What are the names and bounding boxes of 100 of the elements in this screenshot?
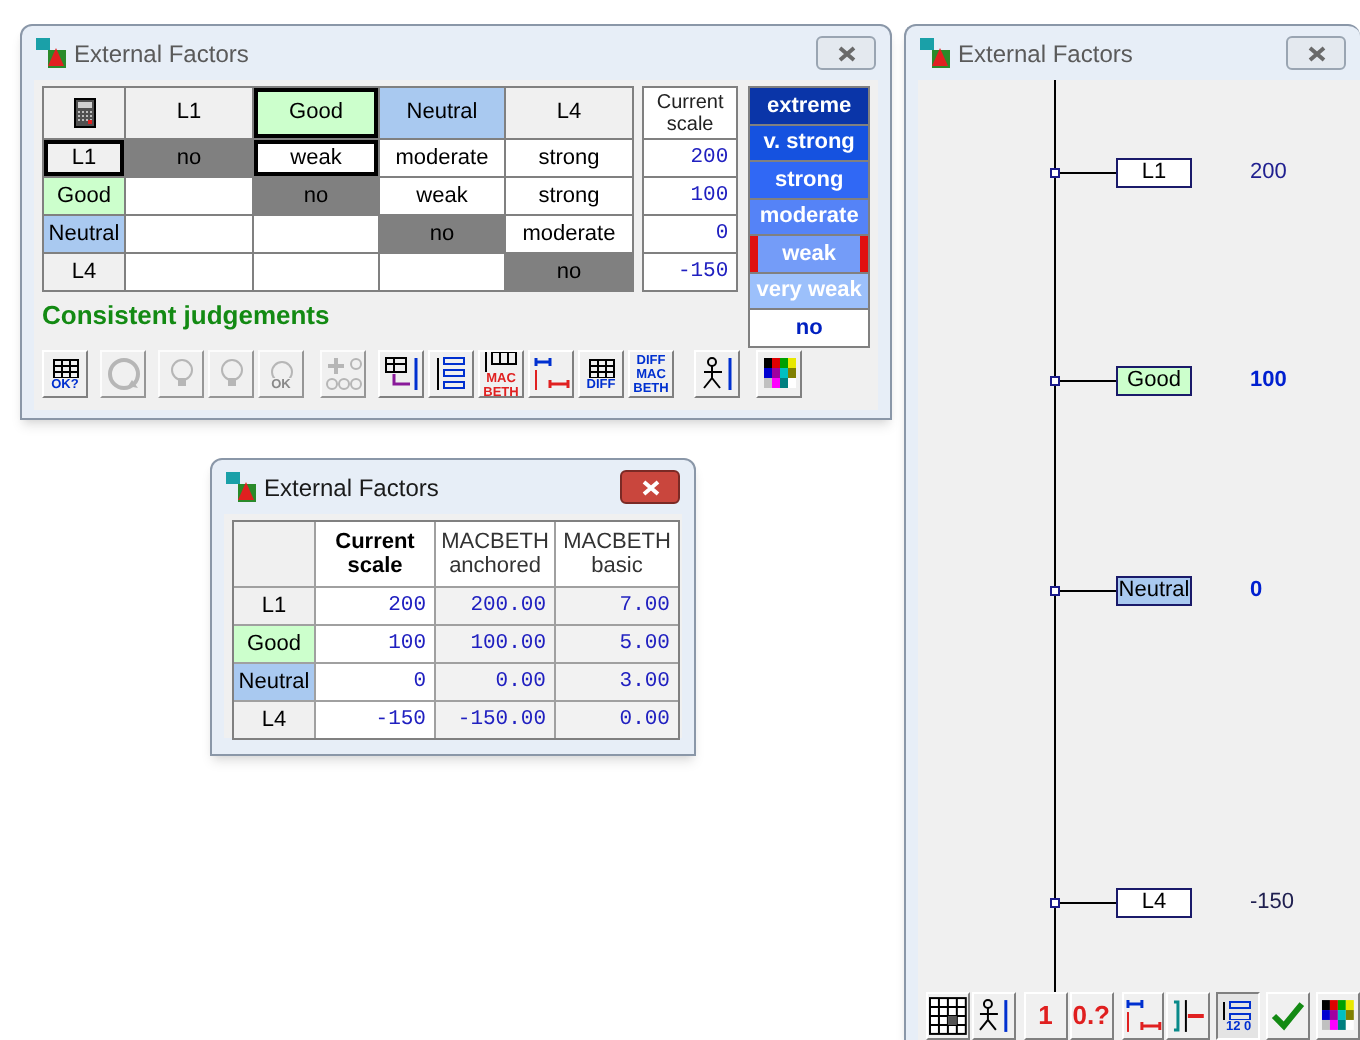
row-header[interactable]: L4: [44, 254, 124, 290]
column-header[interactable]: Neutral: [380, 88, 504, 138]
refresh-icon: [103, 354, 143, 394]
node-marker: [1050, 898, 1060, 908]
table-cell: 0.00: [436, 664, 554, 700]
leader-line: [1060, 380, 1116, 383]
scale-value: 200: [1250, 160, 1287, 186]
level-label[interactable]: Good: [1116, 366, 1192, 397]
app-icon: [920, 38, 950, 68]
interval-icon: [1123, 996, 1163, 1036]
judgement-cell[interactable]: moderate: [506, 216, 632, 252]
level-label[interactable]: L1: [1116, 158, 1192, 188]
level-label[interactable]: L4: [1116, 888, 1192, 918]
window-title: External Factors: [74, 37, 249, 71]
category-button[interactable]: extreme: [750, 88, 868, 123]
color-palette-icon: [1318, 996, 1359, 1036]
table-cell: 5.00: [556, 626, 678, 662]
scale-value: -150: [1250, 890, 1295, 916]
bracket-icon: [1168, 996, 1209, 1036]
close-icon: [837, 45, 855, 61]
toolbar-button[interactable]: [378, 350, 424, 398]
close-button[interactable]: [816, 36, 876, 70]
status-text: Consistent judgements: [42, 297, 330, 334]
table-cell: 200: [316, 588, 434, 624]
row-header: Good: [234, 626, 314, 662]
grid-icon: [928, 996, 968, 1036]
judgement-cell[interactable]: weak: [254, 140, 378, 176]
column-header: MACBETH anchored: [436, 522, 554, 586]
row-header[interactable]: Good: [44, 178, 124, 214]
leader-line: [1060, 172, 1116, 174]
judgement-cell[interactable]: [126, 178, 252, 214]
row-header[interactable]: L1: [44, 140, 124, 176]
toolbar-button[interactable]: [1121, 992, 1165, 1040]
close-icon: [1307, 45, 1325, 61]
judgement-cell[interactable]: moderate: [380, 140, 504, 176]
stick-figure-icon: [697, 354, 737, 394]
judgement-cell[interactable]: [254, 254, 378, 290]
category-button[interactable]: strong: [750, 162, 868, 197]
corner-cell: [234, 522, 314, 586]
toolbar-button[interactable]: [926, 992, 970, 1040]
window-title: External Factors: [264, 471, 439, 505]
judgement-cell[interactable]: [254, 216, 378, 252]
judgement-cell[interactable]: strong: [506, 178, 632, 214]
table-cell: 200.00: [436, 588, 554, 624]
table-cell: 0.00: [556, 702, 678, 738]
close-icon: [641, 479, 659, 495]
toolbar-button[interactable]: [756, 350, 802, 398]
scale-cell: 200: [644, 140, 737, 176]
app-icon: [36, 38, 66, 68]
category-button[interactable]: v. strong: [750, 125, 868, 160]
close-button[interactable]: [1286, 36, 1346, 70]
scale-cell: 100: [644, 178, 737, 214]
calculator-icon: [73, 98, 95, 128]
column-header[interactable]: L1: [126, 88, 252, 138]
grid-arrow-icon: [381, 354, 421, 394]
row-header: L1: [234, 588, 314, 624]
category-button[interactable]: moderate: [750, 199, 868, 234]
column-header: Current scale: [644, 88, 737, 138]
columns-icon: [481, 352, 521, 371]
judgement-cell[interactable]: [380, 254, 504, 290]
category-button[interactable]: no: [750, 310, 868, 345]
level-label[interactable]: Neutral: [1116, 575, 1192, 606]
scale-cell: -150: [644, 254, 737, 290]
table-cell: -150: [316, 702, 434, 738]
table-cell: 3.00: [556, 664, 678, 700]
judgement-cell[interactable]: weak: [380, 178, 504, 214]
column-header[interactable]: Good: [254, 88, 378, 138]
node-marker: [1050, 376, 1060, 387]
scale-cell: 0: [644, 216, 737, 252]
row-header: L4: [234, 702, 314, 738]
close-button[interactable]: [620, 470, 680, 504]
toolbar-button[interactable]: 1: [1023, 992, 1068, 1040]
table-cell: -150.00: [436, 702, 554, 738]
toolbar-button[interactable]: 0.?: [1069, 992, 1114, 1040]
column-header: Current scale: [316, 522, 434, 586]
column-header: MACBETH basic: [556, 522, 678, 586]
interval-icon: [531, 354, 571, 394]
toolbar-button[interactable]: [971, 992, 1016, 1040]
toolbar-button[interactable]: [528, 350, 574, 398]
window-title: External Factors: [958, 37, 1133, 71]
toolbar-button[interactable]: [1316, 992, 1360, 1040]
leader-line: [1060, 589, 1116, 592]
row-header[interactable]: Neutral: [44, 216, 124, 252]
toolbar-button[interactable]: [1166, 992, 1211, 1040]
judgement-cell[interactable]: [126, 254, 252, 290]
judgement-cell[interactable]: strong: [506, 140, 632, 176]
scale-value: 0: [1250, 577, 1263, 604]
toolbar-button[interactable]: [694, 350, 740, 398]
app-icon: [226, 472, 256, 502]
table-cell: 100.00: [436, 626, 554, 662]
leader-line: [1060, 902, 1116, 904]
plus-circles-icon: [323, 354, 363, 394]
list-icon: [431, 354, 471, 394]
color-palette-icon: [759, 354, 799, 394]
check-icon: [1268, 996, 1309, 1036]
node-marker: [1050, 585, 1060, 596]
table-cell: 0: [316, 664, 434, 700]
toolbar-button[interactable]: [428, 350, 474, 398]
judgement-cell[interactable]: [126, 216, 252, 252]
column-header[interactable]: L4: [506, 88, 632, 138]
